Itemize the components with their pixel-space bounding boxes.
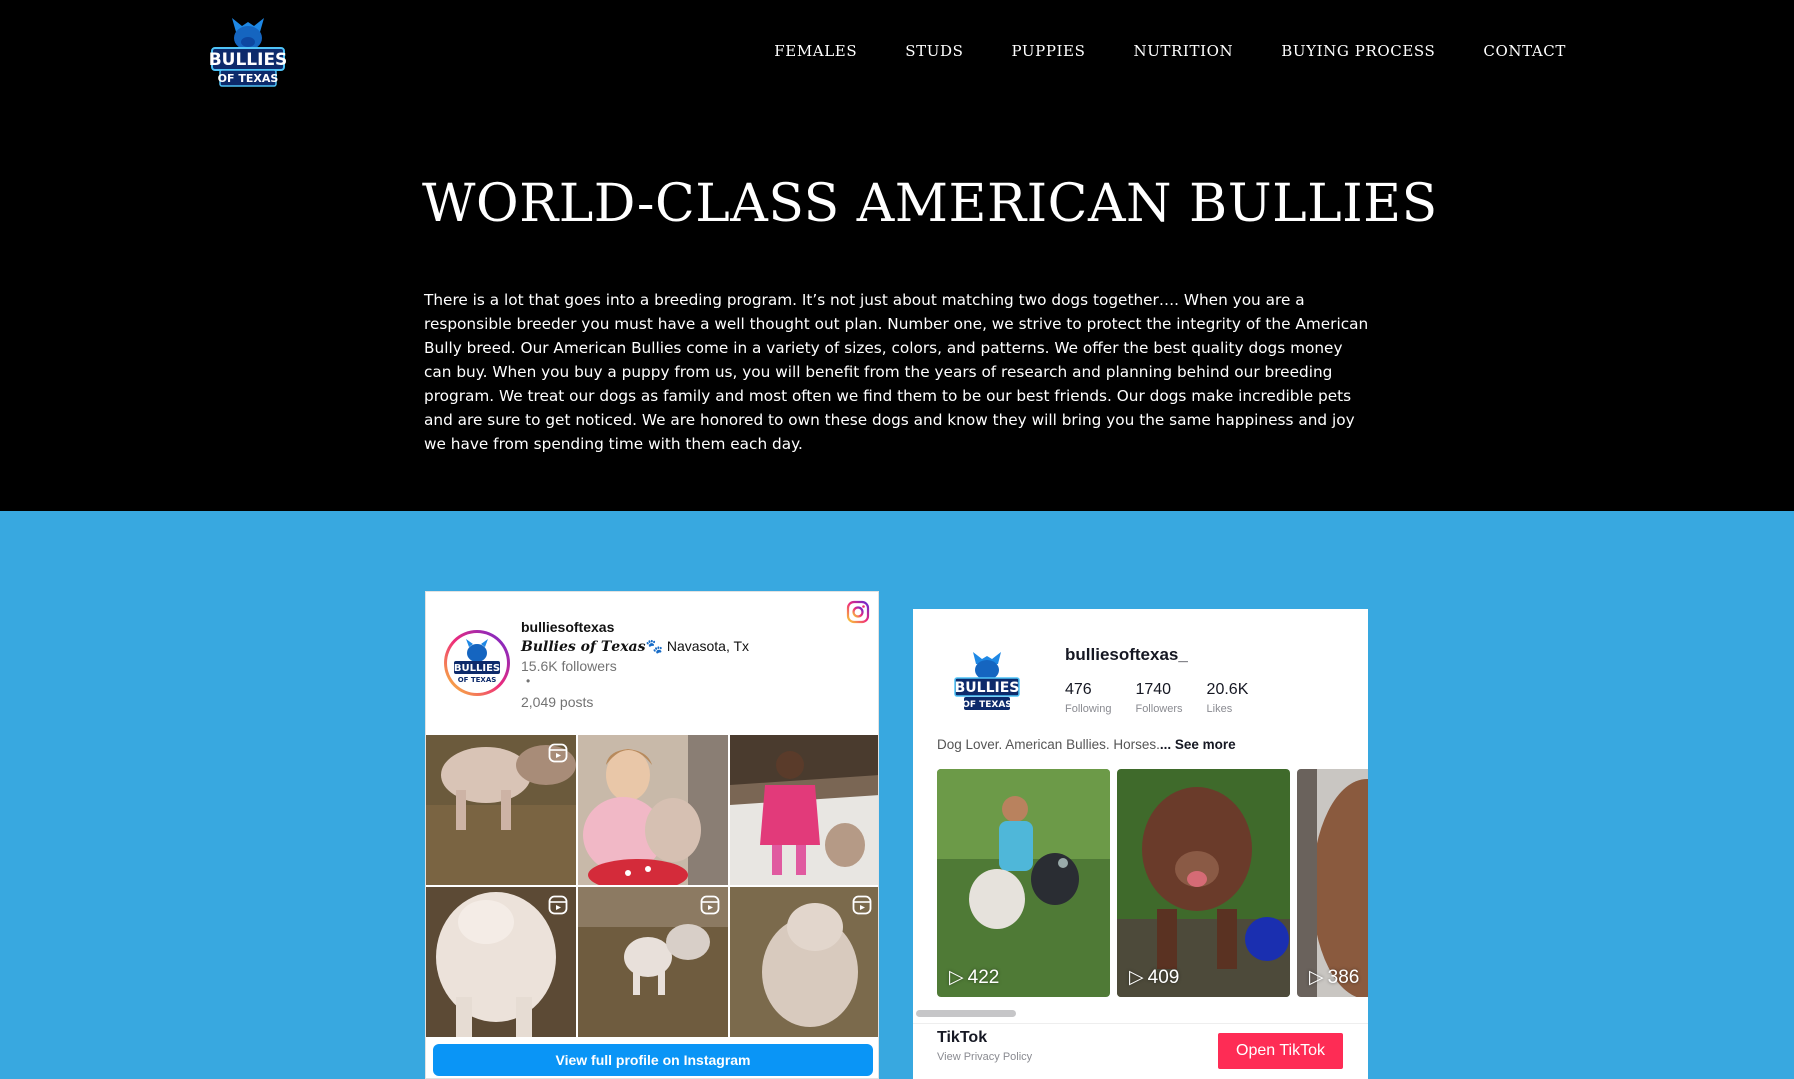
tiktok-followers: 1740 Followers	[1135, 681, 1182, 715]
tiktok-handle[interactable]: bulliesoftexas_	[1065, 645, 1188, 665]
instagram-bio-location: Navasota, Tx	[662, 638, 750, 654]
tiktok-following-label: Following	[1065, 703, 1112, 715]
social-feeds-section	[0, 511, 1794, 1079]
instagram-icon[interactable]	[846, 600, 870, 624]
open-tiktok-button[interactable]: Open TikTok	[1218, 1033, 1343, 1069]
tiktok-play-count: ▷ 422	[949, 966, 999, 989]
tiktok-brand: TikTok	[937, 1029, 988, 1046]
tiktok-likes-count: 20.6K	[1206, 681, 1249, 698]
see-more-link[interactable]: ... See more	[1160, 737, 1236, 752]
nav-nutrition[interactable]: NUTRITION	[1133, 42, 1233, 60]
instagram-bio: 𝑩𝒖𝒍𝒍𝒊𝒆𝒔 𝒐𝒇 𝑻𝒆𝒙𝒂𝒔🐾 Navasota, Tx	[521, 638, 749, 655]
tiktok-play-count: ▷ 386	[1309, 966, 1359, 989]
play-icon: ▷	[1129, 967, 1144, 988]
instagram-post[interactable]	[426, 887, 576, 1037]
play-icon: ▷	[949, 967, 964, 988]
tiktok-video[interactable]: ▷ 409	[1117, 769, 1290, 997]
instagram-followers: 15.6K followers	[521, 658, 617, 674]
tiktok-video[interactable]: ▷ 386	[1297, 769, 1368, 997]
svg-text:BULLIES: BULLIES	[454, 663, 500, 674]
reel-icon	[700, 895, 720, 915]
svg-text:OF TEXAS: OF TEXAS	[218, 72, 279, 85]
instagram-post[interactable]	[426, 735, 576, 885]
hero-section: WORLD-CLASS AMERICAN BULLIES There is a …	[0, 110, 1794, 511]
tiktok-video[interactable]: ▷ 422	[937, 769, 1110, 997]
tiktok-scrollbar[interactable]	[916, 1010, 1016, 1017]
svg-text:BULLIES: BULLIES	[955, 680, 1020, 696]
tiktok-avatar[interactable]: BULLIES OF TEXAS	[949, 645, 1025, 721]
tiktok-description-text: Dog Lover. American Bullies. Horses.	[937, 737, 1160, 752]
nav-females[interactable]: FEMALES	[774, 42, 857, 60]
reel-icon	[852, 895, 872, 915]
nav-studs[interactable]: STUDS	[905, 42, 963, 60]
instagram-bio-name: 𝑩𝒖𝒍𝒍𝒊𝒆𝒔 𝒐𝒇 𝑻𝒆𝒙𝒂𝒔	[521, 639, 646, 655]
nav-buying-process[interactable]: BUYING PROCESS	[1281, 42, 1435, 60]
paw-icon: 🐾	[645, 638, 663, 654]
divider	[913, 1023, 1368, 1024]
tiktok-stats: 476 Following 1740 Followers 20.6K Likes	[1065, 681, 1248, 715]
instagram-handle[interactable]: bulliesoftexas	[521, 619, 614, 635]
nav-contact[interactable]: CONTACT	[1483, 42, 1566, 60]
instagram-post[interactable]	[730, 887, 878, 1037]
view-instagram-profile-button[interactable]: View full profile on Instagram	[433, 1044, 873, 1076]
instagram-post[interactable]	[730, 735, 878, 885]
instagram-posts-count: 2,049 posts	[521, 694, 594, 710]
hero-description: There is a lot that goes into a breeding…	[424, 291, 1369, 453]
reel-icon	[548, 743, 568, 763]
svg-text:OF TEXAS: OF TEXAS	[962, 700, 1012, 710]
tiktok-following-count: 476	[1065, 681, 1092, 698]
tiktok-likes-label: Likes	[1206, 703, 1233, 715]
tiktok-description: Dog Lover. American Bullies. Horses.... …	[937, 737, 1236, 752]
svg-text:BULLIES: BULLIES	[209, 50, 288, 70]
instagram-post[interactable]	[578, 735, 728, 885]
tiktok-following: 476 Following	[1065, 681, 1111, 715]
main-nav: FEMALES STUDS PUPPIES NUTRITION BUYING P…	[774, 42, 1566, 60]
svg-text:OF TEXAS: OF TEXAS	[458, 676, 497, 684]
tiktok-widget: BULLIES OF TEXAS bulliesoftexas_ 476 Fol…	[913, 609, 1368, 1079]
tiktok-followers-count: 1740	[1135, 681, 1172, 698]
reel-icon	[548, 895, 568, 915]
tiktok-plays: 386	[1327, 966, 1360, 988]
instagram-separator: •	[526, 674, 531, 688]
play-icon: ▷	[1309, 967, 1324, 988]
hero-title: WORLD-CLASS AMERICAN BULLIES	[422, 174, 1438, 234]
tiktok-likes: 20.6K Likes	[1207, 681, 1249, 715]
bullies-of-texas-logo[interactable]: BULLIES OF TEXAS	[208, 14, 288, 94]
instagram-avatar[interactable]: BULLIES OF TEXAS	[444, 630, 510, 696]
tiktok-video-strip: ▷ 422 ▷ 409 ▷ 386	[937, 769, 1368, 997]
nav-puppies[interactable]: PUPPIES	[1011, 42, 1085, 60]
tiktok-followers-label: Followers	[1135, 703, 1183, 715]
instagram-post-grid	[426, 735, 878, 1037]
tiktok-plays: 422	[967, 966, 1000, 988]
site-header: BULLIES OF TEXAS FEMALES STUDS PUPPIES N…	[0, 0, 1794, 110]
instagram-post[interactable]	[578, 887, 728, 1037]
tiktok-plays: 409	[1147, 966, 1180, 988]
instagram-widget: BULLIES OF TEXAS bulliesoftexas 𝑩𝒖𝒍𝒍𝒊𝒆𝒔 …	[425, 591, 879, 1079]
tiktok-play-count: ▷ 409	[1129, 966, 1179, 989]
tiktok-privacy-link[interactable]: View Privacy Policy	[937, 1051, 1032, 1063]
